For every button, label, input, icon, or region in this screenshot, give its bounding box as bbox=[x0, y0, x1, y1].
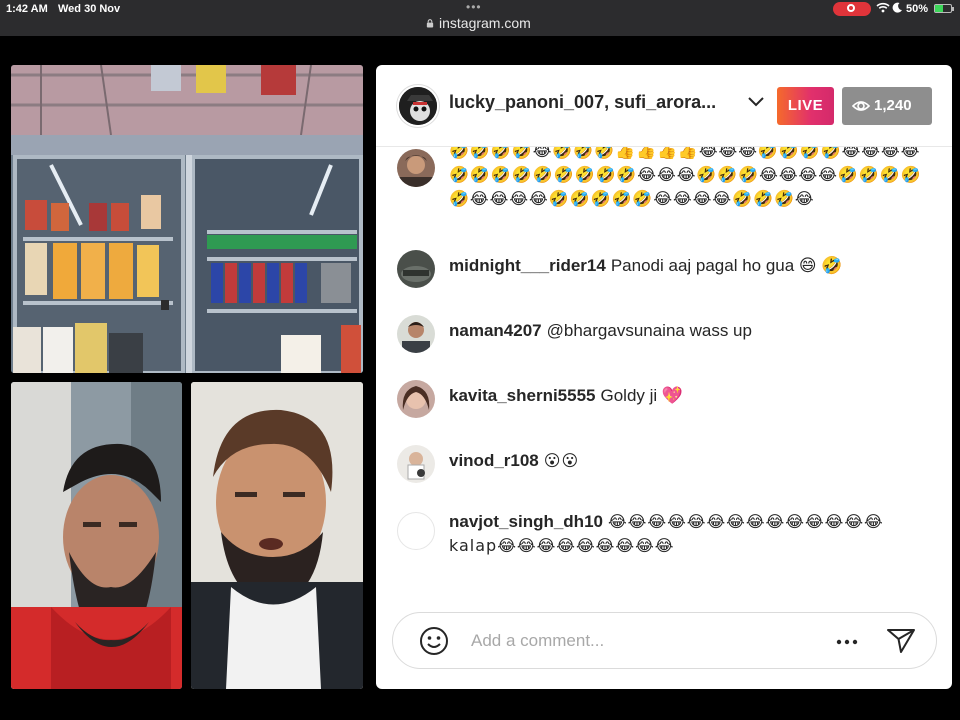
comment-body: 🤣🤣🤣🤣😂🤣🤣🤣👍👍👍👍😂😂😂🤣🤣🤣🤣😂😂😂😂🤣🤣🤣🤣🤣🤣🤣🤣🤣😂😂😂🤣🤣🤣😂😂… bbox=[449, 147, 922, 208]
status-time: 1:42 AM bbox=[6, 3, 48, 15]
live-badge: LIVE bbox=[777, 87, 834, 125]
guest-1-video-frame bbox=[11, 382, 182, 689]
comment-username[interactable]: midnight___rider14 bbox=[449, 256, 606, 275]
send-icon[interactable] bbox=[886, 628, 916, 654]
comment-avatar[interactable] bbox=[397, 315, 435, 353]
comment-composer bbox=[376, 587, 952, 689]
comment-input[interactable] bbox=[471, 629, 811, 653]
comment-username[interactable]: naman4207 bbox=[449, 321, 542, 340]
address-bar[interactable]: instagram.com bbox=[426, 15, 531, 31]
comment-body: Goldy ji 💖 bbox=[600, 386, 684, 405]
comment-avatar[interactable] bbox=[397, 445, 435, 483]
comment-text: naman4207 @bhargavsunaina wass up bbox=[449, 319, 929, 343]
store-video-frame bbox=[11, 65, 363, 373]
chevron-down-icon[interactable] bbox=[746, 95, 766, 109]
comment-body: 😮😮 bbox=[543, 451, 580, 470]
battery-icon bbox=[934, 4, 954, 13]
comment-avatar-image bbox=[397, 315, 435, 353]
live-video-guest-1[interactable] bbox=[11, 382, 182, 689]
viewer-count: 1,240 bbox=[874, 97, 912, 114]
host-avatar[interactable] bbox=[397, 85, 439, 127]
moon-icon bbox=[892, 2, 902, 13]
status-date: Wed 30 Nov bbox=[58, 3, 121, 15]
comment-avatar-image bbox=[397, 445, 435, 483]
comment-text: 🤣🤣🤣🤣😂🤣🤣🤣👍👍👍👍😂😂😂🤣🤣🤣🤣😂😂😂😂🤣🤣🤣🤣🤣🤣🤣🤣🤣😂😂😂🤣🤣🤣😂😂… bbox=[449, 147, 929, 211]
screen-record-icon bbox=[833, 2, 871, 16]
comment-body: @bhargavsunaina wass up bbox=[546, 321, 752, 340]
comment-avatar[interactable] bbox=[397, 250, 435, 288]
status-bar: 1:42 AM Wed 30 Nov ••• instagram.com 50% bbox=[0, 0, 960, 36]
comment-text: vinod_r108 😮😮 bbox=[449, 449, 929, 473]
live-host-names[interactable]: lucky_panoni_007, sufi_arora... bbox=[449, 92, 716, 113]
comment-text: kavita_sherni5555 Goldy ji 💖 bbox=[449, 384, 929, 408]
comment-body: Panodi aaj pagal ho gua 😄 🤣 bbox=[610, 256, 843, 275]
comment-username[interactable]: navjot_singh_dh10 bbox=[449, 512, 603, 531]
battery-percentage: 50% bbox=[906, 3, 929, 15]
comment-avatar-image bbox=[397, 250, 435, 288]
emoji-smile-icon[interactable] bbox=[419, 626, 449, 656]
live-video-guest-2[interactable] bbox=[191, 382, 363, 689]
comment-list[interactable]: 🤣🤣🤣🤣😂🤣🤣🤣👍👍👍👍😂😂😂🤣🤣🤣🤣😂😂😂😂🤣🤣🤣🤣🤣🤣🤣🤣🤣😂😂😂🤣🤣🤣😂😂… bbox=[376, 147, 952, 587]
guest-2-video-frame bbox=[191, 382, 363, 689]
wifi-icon bbox=[876, 2, 890, 13]
address-url: instagram.com bbox=[439, 15, 531, 31]
lock-icon bbox=[426, 19, 434, 28]
comment-avatar-image bbox=[397, 149, 435, 187]
eye-icon bbox=[852, 101, 870, 111]
comment-avatar-image bbox=[397, 380, 435, 418]
host-avatar-image bbox=[399, 87, 437, 125]
comment-username[interactable]: vinod_r108 bbox=[449, 451, 539, 470]
live-comments-panel: lucky_panoni_007, sufi_arora... LIVE 1,2… bbox=[376, 65, 952, 689]
comment-avatar[interactable] bbox=[397, 512, 435, 550]
live-video-host[interactable] bbox=[11, 65, 363, 373]
comment-text: navjot_singh_dh10 😂😂😂😂😂😂😂😂😂😂😂😂😂😂kalap😂😂😂😂… bbox=[449, 510, 929, 558]
comment-avatar[interactable] bbox=[397, 380, 435, 418]
comment-text: midnight___rider14 Panodi aaj pagal ho gu… bbox=[449, 254, 929, 278]
more-options-icon[interactable] bbox=[836, 639, 858, 645]
comment-box[interactable] bbox=[392, 612, 937, 669]
multitasking-dots-icon[interactable]: ••• bbox=[466, 0, 482, 14]
viewer-count-badge[interactable]: 1,240 bbox=[842, 87, 932, 125]
comment-avatar[interactable] bbox=[397, 149, 435, 187]
live-header: lucky_panoni_007, sufi_arora... LIVE 1,2… bbox=[376, 65, 952, 147]
comment-username[interactable]: kavita_sherni5555 bbox=[449, 386, 596, 405]
